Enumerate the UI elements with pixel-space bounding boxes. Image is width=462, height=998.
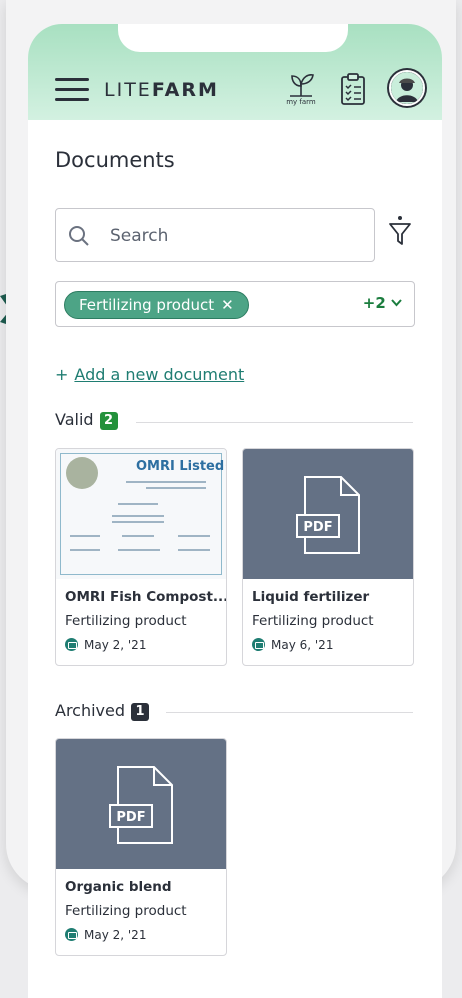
top-navigation-bar: LITEFARM my farm bbox=[28, 24, 442, 120]
more-filters-count: +2 bbox=[362, 294, 386, 312]
archived-count-badge: 1 bbox=[131, 703, 150, 721]
pdf-thumbnail: PDF bbox=[56, 739, 226, 869]
filter-chip-fertilizing-product[interactable]: Fertilizing product ✕ bbox=[64, 291, 249, 319]
chevron-down-icon bbox=[391, 299, 402, 307]
document-name: OMRI Fish Compost... bbox=[65, 589, 227, 605]
phone-notch bbox=[118, 24, 348, 52]
document-type: Fertilizing product bbox=[65, 903, 187, 919]
seal-icon bbox=[66, 457, 98, 489]
valid-section-heading: Valid 2 bbox=[55, 410, 118, 430]
my-farm-icon[interactable]: my farm bbox=[286, 72, 316, 108]
valid-count-badge: 2 bbox=[99, 412, 118, 430]
brand-light: LITE bbox=[104, 79, 152, 101]
document-date: May 6, '21 bbox=[252, 638, 333, 652]
remove-filter-icon[interactable]: ✕ bbox=[221, 296, 234, 314]
document-name: Liquid fertilizer bbox=[252, 589, 370, 605]
document-card[interactable]: OMRI Listed® OMRI Fish Compost... Fertil… bbox=[55, 448, 227, 666]
add-new-document-link[interactable]: + Add a new document bbox=[55, 365, 244, 384]
search-input[interactable] bbox=[108, 221, 362, 251]
valid-label: Valid bbox=[55, 410, 94, 429]
page-title: Documents bbox=[55, 148, 175, 172]
profile-avatar[interactable] bbox=[389, 70, 425, 106]
document-name: Organic blend bbox=[65, 879, 172, 895]
calendar-icon bbox=[252, 638, 265, 651]
active-filters-bar: Fertilizing product ✕ +2 bbox=[55, 281, 415, 327]
my-farm-caption: my farm bbox=[286, 98, 316, 106]
add-document-label: Add a new document bbox=[74, 365, 245, 384]
filter-chip-label: Fertilizing product bbox=[79, 296, 215, 314]
document-card[interactable]: PDF Liquid fertilizer Fertilizing produc… bbox=[242, 448, 414, 666]
app-screen: LITEFARM my farm Documents Search Fertil… bbox=[28, 24, 442, 998]
more-filters-toggle[interactable]: +2 bbox=[363, 294, 402, 312]
section-divider bbox=[136, 422, 413, 423]
document-date: May 2, '21 bbox=[65, 928, 146, 942]
archived-section-heading: Archived 1 bbox=[55, 701, 150, 721]
calendar-icon bbox=[65, 928, 78, 941]
filter-icon[interactable] bbox=[387, 214, 413, 248]
plus-icon: + bbox=[55, 365, 69, 384]
pdf-thumbnail: PDF bbox=[243, 449, 413, 579]
section-divider bbox=[166, 712, 413, 713]
pdf-label: PDF bbox=[116, 810, 145, 825]
document-type: Fertilizing product bbox=[252, 613, 374, 629]
brand-logo: LITEFARM bbox=[104, 79, 219, 101]
archived-label: Archived bbox=[55, 701, 126, 720]
document-date: May 2, '21 bbox=[65, 638, 146, 652]
document-date-text: May 2, '21 bbox=[84, 638, 147, 652]
document-date-text: May 2, '21 bbox=[84, 928, 147, 942]
document-type: Fertilizing product bbox=[65, 613, 187, 629]
certificate-thumbnail: OMRI Listed® bbox=[56, 449, 226, 579]
clipboard-tasks-icon[interactable] bbox=[338, 72, 368, 106]
pdf-file-icon: PDF bbox=[109, 766, 173, 844]
certificate-title: OMRI Listed® bbox=[136, 459, 226, 474]
brand-bold: FARM bbox=[151, 79, 219, 101]
calendar-icon bbox=[65, 638, 78, 651]
document-card[interactable]: PDF Organic blend Fertilizing product Ma… bbox=[55, 738, 227, 956]
search-icon bbox=[69, 226, 89, 246]
search-field[interactable] bbox=[55, 208, 375, 262]
pdf-label: PDF bbox=[303, 520, 332, 535]
pdf-file-icon: PDF bbox=[296, 476, 360, 554]
document-date-text: May 6, '21 bbox=[271, 638, 334, 652]
menu-icon[interactable] bbox=[55, 78, 89, 102]
